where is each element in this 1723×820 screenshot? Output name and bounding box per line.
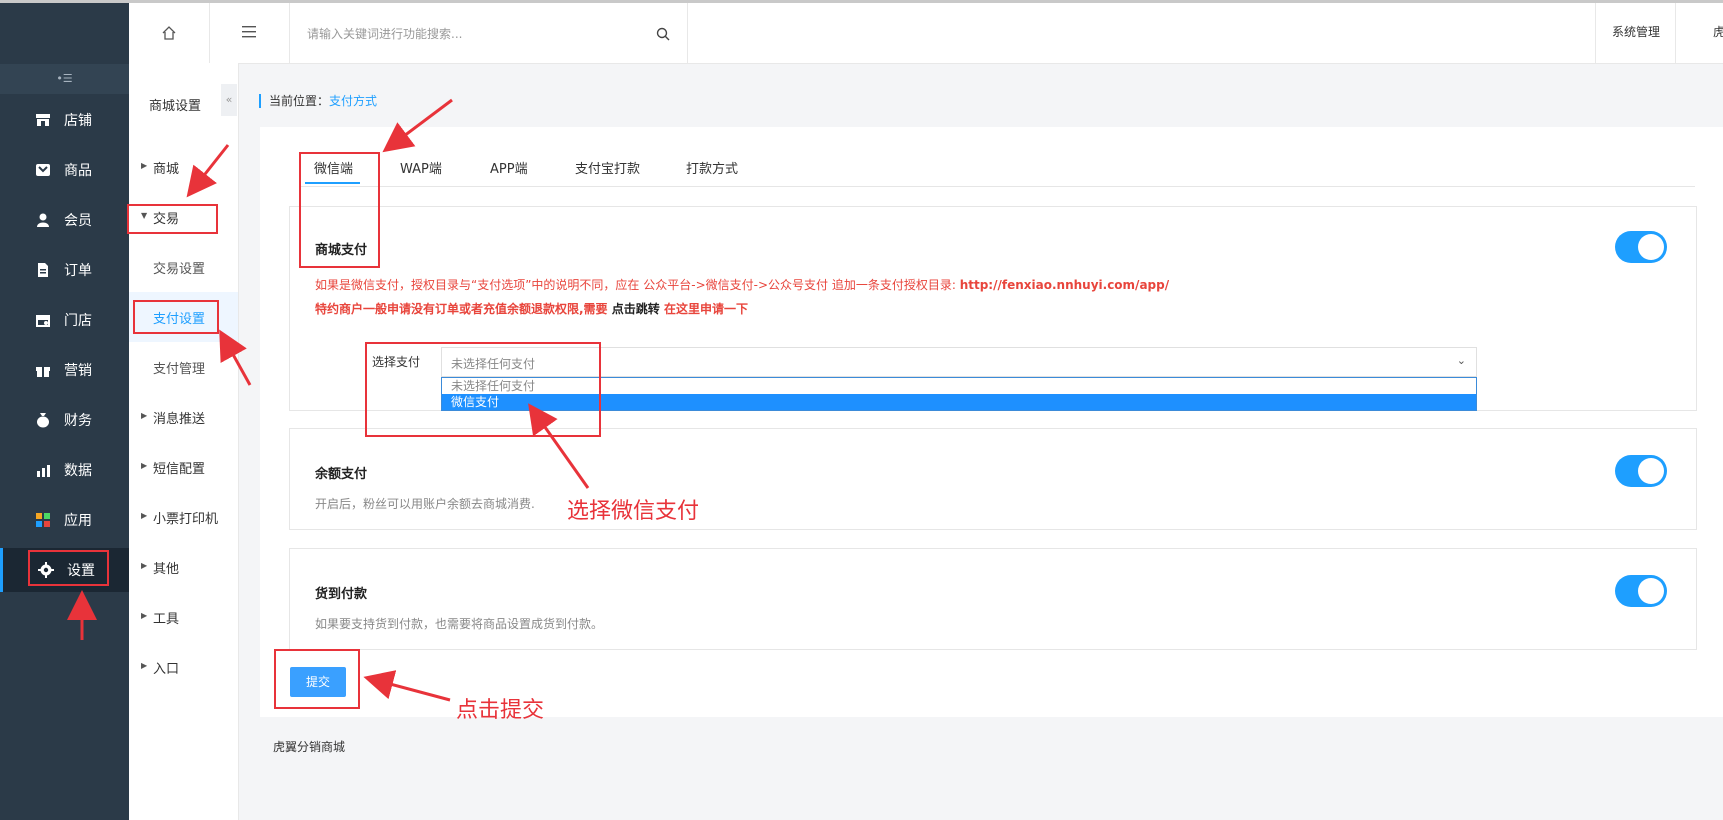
annotation-arrows — [67, 98, 590, 702]
arrow-to-wechat-tab — [382, 98, 453, 153]
arrow-to-submit — [363, 670, 451, 702]
arrow-to-trade — [186, 144, 230, 198]
arrow-to-wechat-option — [528, 403, 590, 489]
arrow-to-payment-settings — [219, 329, 252, 386]
